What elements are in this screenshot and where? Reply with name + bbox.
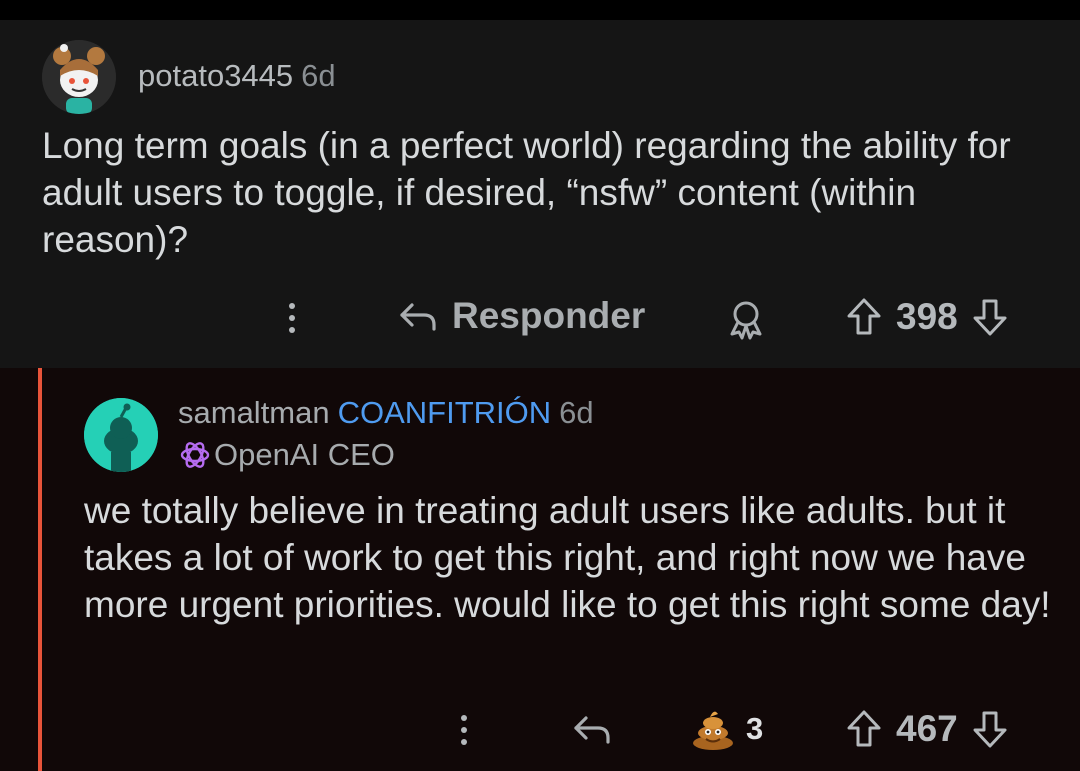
comment-body: we totally believe in treating adult use…	[84, 490, 1051, 625]
user-flair: OpenAI CEO	[178, 437, 395, 473]
upvote-arrow-icon[interactable]	[846, 709, 882, 749]
reply-button[interactable]: Responder	[398, 295, 645, 337]
more-options-button[interactable]	[282, 298, 302, 338]
host-badge: COANFITRIÓN	[337, 395, 552, 430]
flair-text: OpenAI CEO	[214, 437, 395, 472]
score: 467	[896, 708, 958, 749]
score: 398	[896, 296, 958, 337]
reply-label: Responder	[452, 295, 646, 336]
comment-age: 6d	[301, 58, 336, 93]
award-count: 3	[746, 711, 764, 746]
top-strip	[0, 0, 1080, 20]
downvote-arrow-icon[interactable]	[972, 709, 1008, 749]
reply-arrow-icon	[400, 303, 436, 331]
reply-arrow-icon[interactable]	[572, 712, 612, 746]
award-ribbon-icon[interactable]	[725, 298, 767, 340]
more-options-button[interactable]	[454, 710, 474, 750]
user-avatar[interactable]	[42, 40, 116, 114]
poop-award-icon	[693, 711, 733, 750]
upvote-arrow-icon[interactable]	[846, 297, 882, 337]
username[interactable]: samaltman	[178, 395, 330, 430]
user-avatar[interactable]	[84, 398, 158, 472]
snoo-avatar-icon	[42, 40, 116, 114]
more-vertical-icon	[461, 715, 467, 721]
more-vertical-icon	[289, 303, 295, 309]
comment-age: 6d	[559, 395, 594, 430]
comment-meta: samaltman COANFITRIÓN 6d	[178, 395, 594, 431]
vote-control: 398	[846, 296, 1008, 338]
award-badge[interactable]: 3	[690, 708, 763, 750]
openai-logo-icon	[180, 442, 210, 468]
comment-body: Long term goals (in a perfect world) reg…	[42, 125, 1011, 260]
comment-meta: potato3445 6d	[138, 58, 336, 94]
downvote-arrow-icon[interactable]	[972, 297, 1008, 337]
username[interactable]: potato3445	[138, 58, 293, 93]
comment-actions: Responder 398	[0, 290, 1080, 346]
vote-control: 467	[846, 708, 1008, 750]
snoo-avatar-icon	[84, 398, 158, 472]
comment-actions: 3 467	[0, 702, 1080, 758]
